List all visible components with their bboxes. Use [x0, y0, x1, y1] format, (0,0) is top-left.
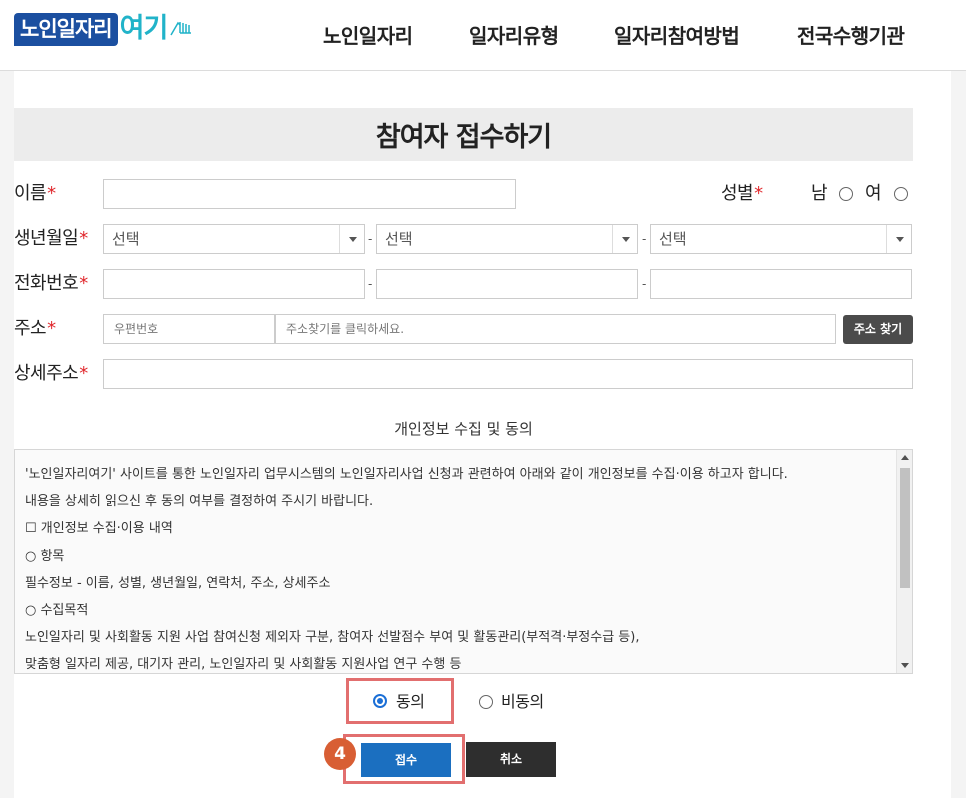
birth-year-value: 선택	[112, 230, 140, 248]
birth-month-select[interactable]: 선택	[376, 224, 638, 254]
chevron-down-icon	[612, 225, 637, 253]
consent-line: '노인일자리여기' 사이트를 통한 노인일자리 업무시스템의 노인일자리사업 신…	[25, 467, 788, 482]
postcode-input[interactable]: 우편번호	[103, 314, 275, 344]
consent-line: 노인일자리 및 사회활동 지원 사업 참여신청 제외자 구분, 참여자 선발점수…	[25, 630, 640, 646]
birth-day-value: 선택	[659, 230, 687, 248]
consent-line: ☐ 개인정보 수집·이용 내역	[25, 521, 173, 537]
cancel-button[interactable]: 취소	[466, 742, 556, 777]
detail-address-input[interactable]	[103, 359, 913, 389]
gender-male-label: 남	[811, 183, 828, 204]
chevron-down-icon	[886, 225, 911, 253]
name-label: 이름*	[14, 183, 56, 204]
consent-line: 맞춤형 일자리 제공, 대기자 관리, 노인일자리 및 사회활동 지원사업 연구…	[25, 657, 462, 673]
consent-line: ○ 수집목적	[25, 602, 89, 618]
nav-item-senior-jobs[interactable]: 노인일자리	[323, 20, 413, 49]
name-input[interactable]	[103, 179, 516, 209]
required-mark: *	[47, 318, 56, 339]
chevron-down-icon	[339, 225, 364, 253]
address-input[interactable]: 주소찾기를 클릭하세요.	[275, 314, 836, 344]
required-mark: *	[79, 363, 88, 384]
address-placeholder: 주소찾기를 클릭하세요.	[286, 322, 405, 336]
gender-female-radio[interactable]	[894, 187, 908, 201]
birth-year-select[interactable]: 선택	[103, 224, 365, 254]
page-gutter-right	[951, 71, 966, 798]
phone-part2-input[interactable]	[376, 269, 638, 299]
page-title: 참여자 접수하기	[375, 122, 552, 153]
logo-main-text: 노인일자리	[14, 12, 118, 46]
logo-accent-text: 여기	[119, 13, 169, 44]
nav-item-how-to-participate[interactable]: 일자리참여방법	[614, 20, 740, 49]
birth-separator: -	[368, 232, 373, 246]
form-title-bar: 참여자 접수하기	[14, 108, 913, 161]
site-logo[interactable]: 노인일자리 여기	[14, 10, 195, 48]
gender-male-radio[interactable]	[839, 187, 853, 201]
site-header: 노인일자리 여기 노인일자리 일자리유형 일자리참여방법 전국수행기관	[0, 0, 966, 71]
disagree-label: 비동의	[501, 692, 544, 711]
consent-scrollbar[interactable]	[896, 450, 912, 673]
consent-text: '노인일자리여기' 사이트를 통한 노인일자리 업무시스템의 노인일자리사업 신…	[25, 463, 885, 673]
gender-label: 성별*	[721, 183, 763, 204]
birth-separator: -	[642, 232, 647, 246]
agree-label: 동의	[396, 692, 425, 711]
nav-item-job-types[interactable]: 일자리유형	[469, 20, 559, 49]
detail-address-label: 상세주소*	[14, 363, 88, 384]
agree-radio[interactable]	[373, 694, 387, 708]
required-mark: *	[47, 183, 56, 204]
birth-day-select[interactable]: 선택	[650, 224, 912, 254]
phone-part1-input[interactable]	[103, 269, 365, 299]
scroll-up-arrow-icon[interactable]	[901, 455, 909, 460]
required-mark: *	[79, 228, 88, 249]
submit-button[interactable]: 접수	[361, 743, 451, 777]
consent-line: ○ 항목	[25, 548, 65, 564]
consent-line: 필수정보 - 이름, 성별, 생년월일, 연락처, 주소, 상세주소	[25, 575, 331, 591]
phone-separator: -	[368, 277, 373, 291]
logo-hand-icon	[170, 21, 192, 36]
postcode-placeholder: 우편번호	[114, 322, 159, 336]
consent-line: 내용을 상세히 읽으신 후 동의 여부를 결정하여 주시기 바랍니다.	[25, 494, 374, 510]
consent-textarea[interactable]: '노인일자리여기' 사이트를 통한 노인일자리 업무시스템의 노인일자리사업 신…	[14, 449, 913, 674]
address-label: 주소*	[14, 318, 56, 339]
required-mark: *	[79, 273, 88, 294]
gender-female-label: 여	[865, 183, 882, 204]
scroll-down-arrow-icon[interactable]	[901, 663, 909, 668]
nav-item-agencies[interactable]: 전국수행기관	[797, 20, 905, 49]
phone-label: 전화번호*	[14, 273, 88, 294]
consent-heading: 개인정보 수집 및 동의	[394, 420, 533, 438]
phone-part3-input[interactable]	[650, 269, 912, 299]
birth-label: 생년월일*	[14, 228, 88, 249]
step-number-badge: 4	[324, 738, 356, 770]
find-address-button[interactable]: 주소 찾기	[843, 315, 913, 344]
birth-month-value: 선택	[385, 230, 413, 248]
scroll-thumb[interactable]	[900, 468, 910, 588]
phone-separator: -	[642, 277, 647, 291]
disagree-radio[interactable]	[479, 695, 493, 709]
required-mark: *	[754, 183, 763, 204]
